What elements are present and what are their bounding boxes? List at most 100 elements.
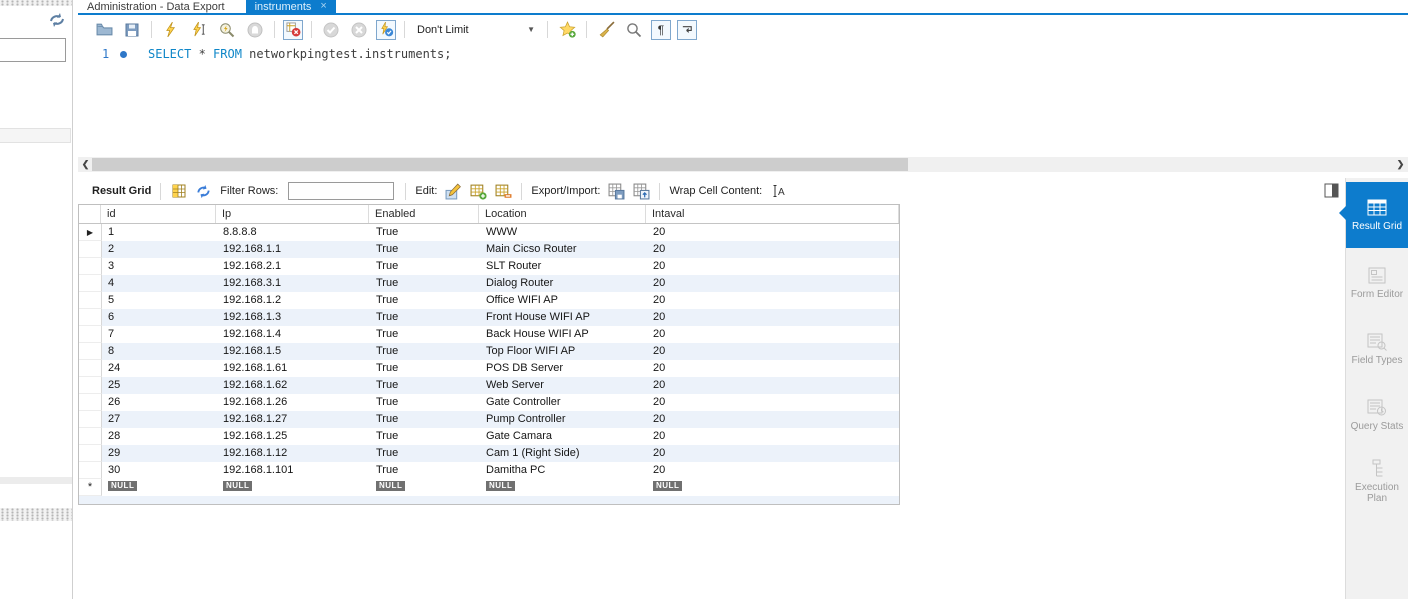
explain-plan-icon[interactable]: [217, 20, 237, 40]
table-cell[interactable]: True: [370, 445, 480, 462]
table-cell[interactable]: True: [370, 326, 480, 343]
table-row[interactable]: 28192.168.1.25TrueGate Camara20: [79, 428, 899, 445]
table-cell[interactable]: 5: [102, 292, 217, 309]
table-cell[interactable]: 192.168.1.3: [217, 309, 370, 326]
sidebar-search-box[interactable]: [0, 38, 66, 62]
table-row[interactable]: 27192.168.1.27TruePump Controller20: [79, 411, 899, 428]
table-row[interactable]: 4192.168.3.1TrueDialog Router20: [79, 275, 899, 292]
table-cell[interactable]: NULL: [217, 479, 370, 496]
row-selector[interactable]: [79, 394, 102, 411]
table-cell[interactable]: True: [370, 411, 480, 428]
row-selector[interactable]: ▶: [79, 224, 102, 241]
panel-button-query-stats[interactable]: Query Stats: [1346, 384, 1408, 446]
table-cell[interactable]: 192.168.1.25: [217, 428, 370, 445]
table-cell[interactable]: 20: [647, 241, 899, 258]
column-header[interactable]: Location: [479, 205, 646, 223]
table-cell[interactable]: 26: [102, 394, 217, 411]
row-selector[interactable]: [79, 309, 102, 326]
row-selector[interactable]: [79, 343, 102, 360]
table-cell[interactable]: 20: [647, 360, 899, 377]
rollback-icon[interactable]: [349, 20, 369, 40]
table-row[interactable]: 26192.168.1.26TrueGate Controller20: [79, 394, 899, 411]
table-cell[interactable]: 4: [102, 275, 217, 292]
table-cell[interactable]: 20: [647, 428, 899, 445]
table-row[interactable]: 7192.168.1.4TrueBack House WIFI AP20: [79, 326, 899, 343]
table-row[interactable]: 3192.168.2.1TrueSLT Router20: [79, 258, 899, 275]
table-cell[interactable]: 20: [647, 258, 899, 275]
panel-button-field-types[interactable]: Field Types: [1346, 318, 1408, 380]
row-selector[interactable]: [79, 326, 102, 343]
table-cell[interactable]: Top Floor WIFI AP: [480, 343, 647, 360]
table-cell[interactable]: 192.168.1.2: [217, 292, 370, 309]
table-cell[interactable]: 20: [647, 343, 899, 360]
execute-icon[interactable]: [161, 20, 181, 40]
table-cell[interactable]: Back House WIFI AP: [480, 326, 647, 343]
table-cell[interactable]: WWW: [480, 224, 647, 241]
table-row[interactable]: 5192.168.1.2TrueOffice WIFI AP20: [79, 292, 899, 309]
table-cell[interactable]: 192.168.1.5: [217, 343, 370, 360]
toggle-stop-on-error-icon[interactable]: [283, 20, 303, 40]
row-selector[interactable]: [79, 428, 102, 445]
show-invisibles-icon[interactable]: ¶: [651, 20, 671, 40]
row-selector[interactable]: [79, 275, 102, 292]
table-cell[interactable]: 20: [647, 224, 899, 241]
panel-button-result-grid[interactable]: Result Grid: [1346, 182, 1408, 248]
table-cell[interactable]: True: [370, 258, 480, 275]
table-cell[interactable]: 192.168.1.61: [217, 360, 370, 377]
row-selector[interactable]: [79, 462, 102, 479]
limit-rows-dropdown[interactable]: Don't Limit ▼: [417, 24, 535, 36]
table-cell[interactable]: SLT Router: [480, 258, 647, 275]
table-row[interactable]: 24192.168.1.61TruePOS DB Server20: [79, 360, 899, 377]
table-row[interactable]: 29192.168.1.12TrueCam 1 (Right Side)20: [79, 445, 899, 462]
table-cell[interactable]: 7: [102, 326, 217, 343]
table-cell[interactable]: Gate Controller: [480, 394, 647, 411]
table-cell[interactable]: True: [370, 275, 480, 292]
table-cell[interactable]: NULL: [647, 479, 899, 496]
table-cell[interactable]: NULL: [102, 479, 217, 496]
table-cell[interactable]: 20: [647, 411, 899, 428]
save-icon[interactable]: [122, 20, 142, 40]
table-cell[interactable]: True: [370, 309, 480, 326]
commit-icon[interactable]: [321, 20, 341, 40]
table-cell[interactable]: 8: [102, 343, 217, 360]
table-cell[interactable]: 20: [647, 377, 899, 394]
insert-row-icon[interactable]: [469, 183, 488, 200]
table-cell[interactable]: 20: [647, 326, 899, 343]
panel-button-execution-plan[interactable]: Execution Plan: [1346, 450, 1408, 512]
table-row[interactable]: ▶18.8.8.8TrueWWW20: [79, 224, 899, 241]
row-selector[interactable]: [79, 445, 102, 462]
table-cell[interactable]: 1: [102, 224, 217, 241]
table-cell[interactable]: Pump Controller: [480, 411, 647, 428]
table-cell[interactable]: True: [370, 241, 480, 258]
table-cell[interactable]: 20: [647, 275, 899, 292]
table-cell[interactable]: 20: [647, 309, 899, 326]
table-row[interactable]: 8192.168.1.5TrueTop Floor WIFI AP20: [79, 343, 899, 360]
new-row-selector[interactable]: *: [79, 479, 102, 496]
table-cell[interactable]: True: [370, 462, 480, 479]
scroll-left-icon[interactable]: ❮: [79, 157, 92, 172]
table-row[interactable]: 6192.168.1.3TrueFront House WIFI AP20: [79, 309, 899, 326]
toggle-sidebar-icon[interactable]: [1324, 183, 1339, 198]
table-cell[interactable]: Gate Camara: [480, 428, 647, 445]
sql-editor[interactable]: 1 SELECT * FROM networkpingtest.instrume…: [78, 42, 1408, 155]
table-cell[interactable]: 25: [102, 377, 217, 394]
scroll-right-icon[interactable]: ❯: [1394, 157, 1407, 172]
table-cell[interactable]: 20: [647, 292, 899, 309]
table-row[interactable]: 25192.168.1.62TrueWeb Server20: [79, 377, 899, 394]
table-cell[interactable]: 192.168.1.62: [217, 377, 370, 394]
table-cell[interactable]: Front House WIFI AP: [480, 309, 647, 326]
table-cell[interactable]: 3: [102, 258, 217, 275]
tab-instruments[interactable]: instruments ×: [246, 0, 336, 13]
table-cell[interactable]: 24: [102, 360, 217, 377]
table-cell[interactable]: True: [370, 292, 480, 309]
table-cell[interactable]: 8.8.8.8: [217, 224, 370, 241]
table-cell[interactable]: True: [370, 343, 480, 360]
find-icon[interactable]: [624, 20, 644, 40]
column-header[interactable]: Enabled: [369, 205, 479, 223]
column-header[interactable]: id: [101, 205, 216, 223]
table-cell[interactable]: 6: [102, 309, 217, 326]
wrap-text-icon[interactable]: [677, 20, 697, 40]
filter-rows-input[interactable]: [288, 182, 394, 200]
export-recordset-icon[interactable]: [607, 183, 626, 200]
scrollbar-thumb[interactable]: [92, 158, 908, 171]
